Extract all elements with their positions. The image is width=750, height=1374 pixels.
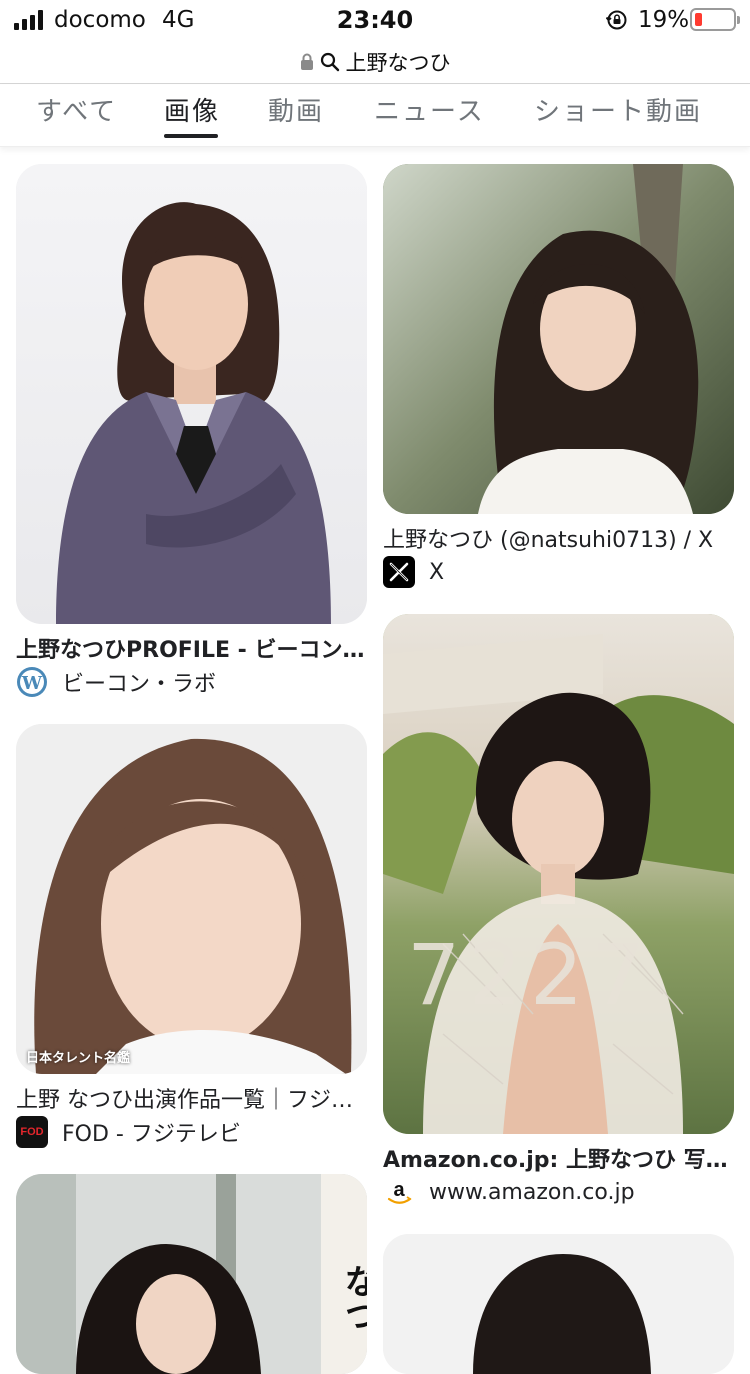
- result-title[interactable]: 上野なつひ (@natsuhi0713) / X: [383, 522, 734, 554]
- battery-icon: [690, 8, 740, 31]
- result-title[interactable]: Amazon.co.jp: 上野なつひ 写真集: [383, 1142, 734, 1174]
- source-name: www.amazon.co.jp: [429, 1179, 635, 1205]
- result-image[interactable]: 日本タレント名鑑: [16, 724, 367, 1074]
- source-name: ビーコン・ラボ: [62, 672, 217, 697]
- fod-icon: FOD: [16, 1116, 48, 1148]
- svg-text:a: a: [393, 1179, 405, 1201]
- result-image[interactable]: [383, 164, 734, 514]
- tab-images[interactable]: 画像: [164, 91, 220, 138]
- result-title[interactable]: 上野なつひPROFILE - ビーコン・ラボ: [16, 632, 367, 664]
- result-source[interactable]: a www.amazon.co.jp: [383, 1175, 635, 1209]
- result-image[interactable]: 7227: [383, 614, 734, 1134]
- tab-all[interactable]: すべて: [36, 91, 117, 128]
- image-overlay-text: なつ: [338, 1264, 367, 1332]
- image-overlay-text: 7227: [407, 926, 653, 1024]
- source-name: FOD - フジテレビ: [62, 1122, 241, 1147]
- result-image[interactable]: [16, 164, 367, 624]
- result-source[interactable]: FOD FOD - フジテレビ: [16, 1115, 241, 1149]
- wordpress-icon: W: [16, 666, 48, 698]
- search-query: 上野なつひ: [345, 50, 451, 75]
- tab-news[interactable]: ニュース: [374, 91, 485, 128]
- lock-icon: [300, 53, 313, 70]
- battery-percentage: 19%: [638, 7, 690, 33]
- result-title[interactable]: 上野 なつひ出演作品一覧｜フジテレビ: [16, 1082, 367, 1114]
- rotation-lock-icon: [606, 10, 627, 30]
- result-source[interactable]: X: [383, 555, 444, 589]
- tab-videos[interactable]: 動画: [268, 91, 324, 128]
- svg-text:W: W: [21, 673, 43, 694]
- search-tabs: すべて 画像 動画 ニュース ショート動画: [0, 85, 750, 147]
- tab-short-videos[interactable]: ショート動画: [534, 91, 702, 128]
- result-image[interactable]: なつ: [16, 1174, 367, 1374]
- image-watermark: 日本タレント名鑑: [26, 1051, 131, 1066]
- result-source[interactable]: W ビーコン・ラボ: [16, 665, 216, 699]
- source-name: X: [429, 559, 445, 585]
- amazon-icon: a: [383, 1176, 415, 1208]
- search-icon: [320, 52, 339, 71]
- active-tab-indicator: [164, 134, 219, 138]
- status-bar: docomo 4G 23:40 19%: [0, 0, 750, 42]
- x-logo-icon: [383, 556, 415, 588]
- url-bar[interactable]: 上野なつひ: [0, 40, 750, 84]
- result-image[interactable]: [383, 1234, 734, 1374]
